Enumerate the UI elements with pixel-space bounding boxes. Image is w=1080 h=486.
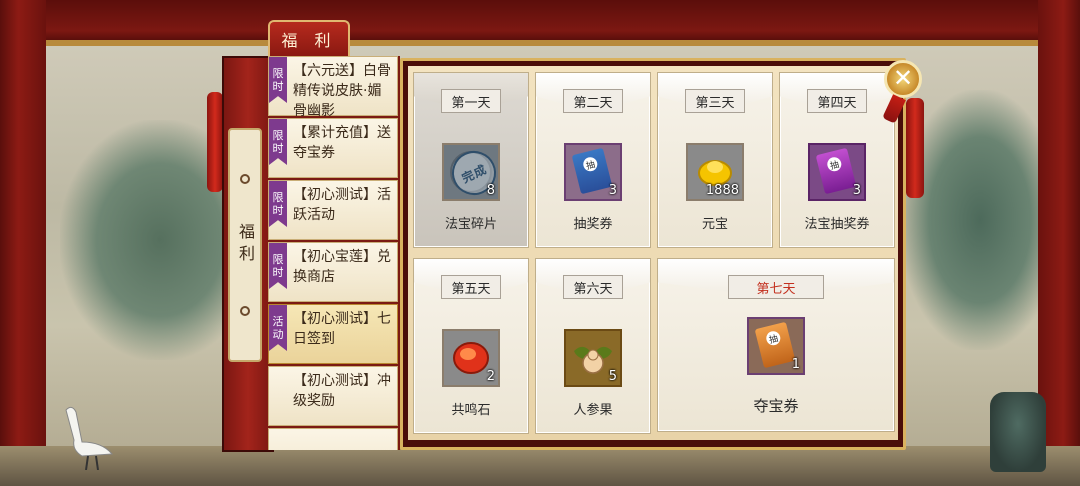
gold-ingot-icon: 1888 (686, 143, 744, 201)
ginseng-fruit-icon: 5 (564, 329, 622, 387)
signin-card-day3[interactable]: 第三天 1888 元宝 (657, 72, 773, 248)
ticket-art: 抽 (754, 321, 796, 369)
reward-name: 夺宝券 (753, 397, 799, 415)
ornament-dot-icon (240, 306, 250, 316)
ornament-dot-icon (240, 174, 250, 184)
reward-name: 共鸣石 (451, 403, 491, 418)
reward-name: 法宝抽奖券 (804, 217, 870, 232)
list-item-level-reward[interactable]: 【初心测试】冲级奖励 (268, 366, 398, 426)
signin-card-day2[interactable]: 第二天 抽 3 抽奖券 (535, 72, 651, 248)
day-label: 第七天 (728, 275, 824, 299)
limited-badge: 限时 (269, 57, 287, 103)
list-item-cumulative-recharge[interactable]: 限时 【累计充值】送夺宝券 (268, 118, 398, 178)
event-list: 限时 【六元送】白骨精传说皮肤·媚骨幽影 限时 【累计充值】送夺宝券 限时 【初… (268, 56, 400, 450)
ticket-art: 抽 (571, 147, 613, 195)
roof-beam (0, 0, 1080, 44)
list-item-seven-day-signin[interactable]: 活动 【初心测试】七日签到 (268, 304, 398, 364)
limited-badge: 限时 (269, 243, 287, 289)
list-item-label: 【初心测试】活跃活动 (293, 187, 391, 223)
roof-beam-trim (0, 40, 1080, 46)
reward-name: 人参果 (573, 403, 613, 418)
day-label: 第三天 (685, 89, 745, 113)
reward-name: 元宝 (701, 217, 728, 232)
list-item-lotus-shop[interactable]: 限时 【初心宝莲】兑换商店 (268, 242, 398, 302)
resonance-stone-icon: 2 (442, 329, 500, 387)
signin-card-day7[interactable]: 第七天 抽 1 夺宝券 (657, 258, 895, 432)
day-label: 第五天 (441, 275, 501, 299)
crane-icon (65, 406, 114, 470)
close-button[interactable]: ✕ (884, 60, 922, 98)
treasure-lottery-ticket-icon: 抽 3 (808, 143, 866, 201)
ticket-art: 抽 (815, 147, 857, 195)
close-icon: ✕ (892, 64, 914, 92)
list-item-label: 【初心测试】七日签到 (293, 311, 391, 347)
background-rock-right (900, 90, 1060, 350)
item-quantity: 5 (608, 369, 617, 384)
signin-panel: 第一天 完成 8 法宝碎片 第二天 抽 3 抽奖券 第三天 1888 元宝 第四… (408, 66, 898, 440)
reward-name: 法宝碎片 (444, 217, 497, 232)
pillar-left (0, 0, 46, 486)
day-label: 第一天 (441, 89, 501, 113)
side-tab-welfare[interactable]: 福利 (228, 128, 262, 362)
limited-badge: 限时 (269, 181, 287, 227)
list-item-label: 【初心测试】冲级奖励 (293, 373, 391, 409)
list-item-label: 【初心宝莲】兑换商店 (293, 249, 391, 285)
list-item-label: 【六元送】白骨精传说皮肤·媚骨幽影 (293, 63, 391, 119)
item-quantity: 3 (852, 183, 861, 198)
incense-burner-icon (990, 392, 1046, 472)
list-item-label: 【累计充值】送夺宝券 (293, 125, 391, 161)
list-item-active-event[interactable]: 限时 【初心测试】活跃活动 (268, 180, 398, 240)
item-quantity: 1 (791, 357, 800, 372)
side-tab-label: 福利 (236, 223, 255, 267)
item-quantity: 1888 (705, 183, 739, 198)
signin-card-day1[interactable]: 第一天 完成 8 法宝碎片 (413, 72, 529, 248)
event-badge: 活动 (269, 305, 287, 351)
item-quantity: 3 (608, 183, 617, 198)
page-title: 福 利 (268, 20, 350, 56)
lantern-left-icon (207, 92, 223, 192)
day-label: 第二天 (563, 89, 623, 113)
limited-badge: 限时 (269, 119, 287, 165)
treasure-shard-icon: 完成 8 (442, 143, 504, 203)
item-quantity: 2 (486, 369, 495, 384)
signin-card-day6[interactable]: 第六天 5 人参果 (535, 258, 651, 434)
list-item-six-yuan[interactable]: 限时 【六元送】白骨精传说皮肤·媚骨幽影 (268, 56, 398, 119)
reward-name: 抽奖券 (573, 217, 613, 232)
signin-card-day4[interactable]: 第四天 抽 3 法宝抽奖券 (779, 72, 895, 248)
signin-card-day5[interactable]: 第五天 2 共鸣石 (413, 258, 529, 434)
lantern-right-icon (906, 98, 924, 198)
list-item-partial[interactable] (268, 428, 398, 450)
treasure-hunt-ticket-icon: 抽 1 (747, 317, 805, 375)
day-label: 第六天 (563, 275, 623, 299)
day-label: 第四天 (807, 89, 867, 113)
floor (0, 446, 1080, 486)
item-quantity: 8 (486, 183, 495, 198)
lottery-ticket-icon: 抽 3 (564, 143, 622, 201)
